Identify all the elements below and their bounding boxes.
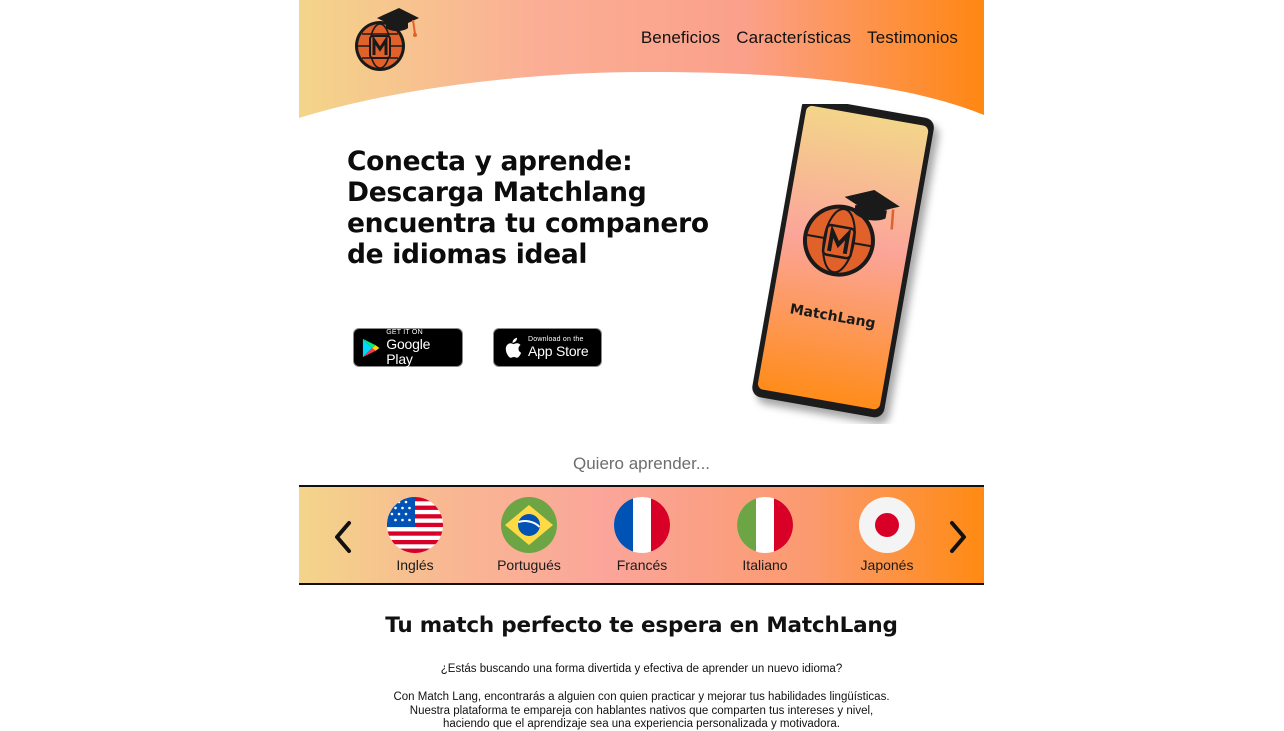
language-name: Portugués	[497, 557, 561, 573]
language-option-japones[interactable]: Japonés	[842, 497, 932, 573]
google-play-icon	[362, 338, 380, 357]
chevron-right-icon[interactable]	[944, 518, 972, 556]
main-nav: Beneficios Características Testimonios	[641, 28, 958, 48]
phone-mockup: MatchLang	[752, 104, 934, 418]
language-option-italiano[interactable]: Italiano	[720, 497, 810, 573]
description-line: haciendo que el aprendizaje sea una expe…	[442, 718, 840, 730]
language-option-ingles[interactable]: Inglés	[370, 497, 460, 573]
nav-link-testimonios[interactable]: Testimonios	[867, 28, 958, 48]
italy-flag-icon	[737, 497, 793, 553]
france-flag-icon	[614, 497, 670, 553]
hero-title-line: encuentra tu companero	[347, 208, 709, 239]
language-carousel: Inglés Portugués Francés Italiano Japoné…	[299, 485, 984, 585]
hero-title-line: Descarga Matchlang	[347, 177, 647, 208]
hero-title-line: Conecta y aprende:	[347, 146, 633, 177]
language-name: Italiano	[742, 557, 788, 573]
usa-flag-icon	[387, 497, 443, 553]
language-name: Francés	[616, 557, 668, 573]
matchlang-logo[interactable]	[353, 4, 421, 78]
learn-heading: Quiero aprender...	[572, 454, 711, 473]
description-line: Con Match Lang, encontrarás a alguien co…	[393, 691, 890, 703]
app-store-big-text: App Store	[528, 343, 589, 359]
language-option-frances[interactable]: Francés	[597, 497, 687, 573]
landing-page: Beneficios Características Testimonios C…	[299, 0, 984, 731]
nav-link-beneficios[interactable]: Beneficios	[641, 28, 720, 48]
app-store-button[interactable]: Download on the App Store	[493, 328, 602, 367]
hero-title-line: de idiomas ideal	[347, 239, 588, 270]
language-name: Japonés	[860, 557, 914, 573]
chevron-left-icon[interactable]	[329, 518, 357, 556]
intro-question: ¿Estás buscando una forma divertida y ef…	[440, 663, 843, 675]
header: Beneficios Características Testimonios	[299, 0, 984, 120]
google-play-button[interactable]: GET IT ON Google Play	[353, 328, 463, 367]
intro-description: Con Match Lang, encontrarás a alguien co…	[339, 691, 944, 731]
language-name: Inglés	[396, 557, 434, 573]
google-play-big-text: Google Play	[386, 335, 431, 367]
hero-title: Conecta y aprende: Descarga Matchlang en…	[347, 146, 747, 270]
description-line: Nuestra plataforma te empareja con habla…	[409, 704, 874, 717]
nav-link-caracteristicas[interactable]: Características	[736, 28, 851, 48]
apple-icon	[505, 337, 522, 358]
language-option-portugues[interactable]: Portugués	[484, 497, 574, 573]
brazil-flag-icon	[501, 497, 557, 553]
section-title: Tu match perfecto te espera en MatchLang	[385, 613, 898, 638]
japan-flag-icon	[859, 497, 915, 553]
